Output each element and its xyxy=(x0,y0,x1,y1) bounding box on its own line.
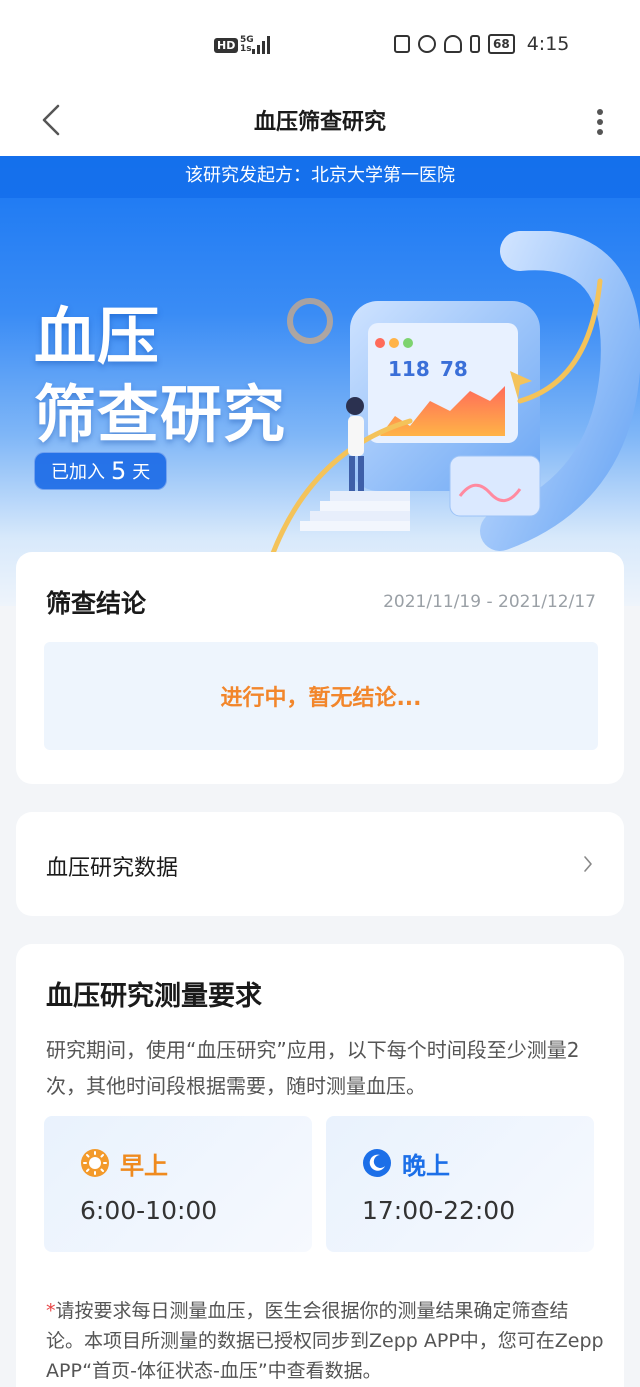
battery-icon: 68 xyxy=(488,34,515,54)
bp-diastolic-readout: 78 xyxy=(440,357,468,381)
joined-suffix: 天 xyxy=(132,462,151,483)
evening-time: 17:00-22:00 xyxy=(362,1196,516,1225)
bp-data-entry[interactable]: 血压研究数据 xyxy=(16,812,624,916)
bp-data-label: 血压研究数据 xyxy=(46,856,179,881)
requirements-title: 血压研究测量要求 xyxy=(46,981,262,1012)
joined-days-badge: 已加入 5 天 xyxy=(34,452,168,490)
chevron-right-icon xyxy=(584,856,592,872)
evening-label: 晚上 xyxy=(402,1152,450,1180)
signal-icon xyxy=(252,36,270,54)
alarm-icon xyxy=(418,35,436,53)
headphones-icon xyxy=(444,35,462,53)
joined-prefix: 已加入 xyxy=(51,462,105,483)
status-bar: HD 5G 1s 68 4:15 xyxy=(0,0,640,90)
study-date-range: 2021/11/19 - 2021/12/17 xyxy=(383,592,596,612)
hero-banner: 该研究发起方：北京大学第一医院 118 78 血压 筛查研究 已加入 5 天 xyxy=(0,156,640,606)
morning-label: 早上 xyxy=(120,1152,168,1180)
page-title: 血压筛查研究 xyxy=(253,110,386,135)
conclusion-card: 筛查结论 2021/11/19 - 2021/12/17 进行中，暂无结论... xyxy=(16,552,624,784)
vibrate-icon xyxy=(470,35,480,53)
conclusion-status: 进行中，暂无结论... xyxy=(44,642,598,750)
study-sponsor: 该研究发起方：北京大学第一医院 xyxy=(0,156,640,198)
sun-icon xyxy=(81,1149,109,1177)
morning-time: 6:00-10:00 xyxy=(80,1196,218,1225)
status-icons: 68 4:15 xyxy=(394,33,569,55)
nfc-icon xyxy=(394,35,410,53)
bp-systolic-readout: 118 xyxy=(388,357,430,381)
note-text: 请按要求每日测量血压，医生会很据你的测量结果确定筛查结论。本项目所测量的数据已授… xyxy=(46,1300,604,1382)
conclusion-title: 筛查结论 xyxy=(46,589,147,618)
more-options-icon[interactable] xyxy=(590,102,610,142)
nav-bar: 血压筛查研究 xyxy=(0,90,640,156)
joined-days-count: 5 xyxy=(111,457,127,485)
hero-title-line2: 筛查研究 xyxy=(34,378,287,451)
moon-icon xyxy=(363,1149,391,1177)
requirements-note: *请按要求每日测量血压，医生会很据你的测量结果确定筛查结论。本项目所测量的数据已… xyxy=(46,1296,606,1386)
smartwatch-illustration: 118 78 xyxy=(270,231,640,561)
clock: 4:15 xyxy=(526,33,570,55)
requirements-card: 血压研究测量要求 研究期间，使用“血压研究”应用，以下每个时间段至少测量2次，其… xyxy=(16,944,624,1387)
morning-slot: 早上 6:00-10:00 xyxy=(44,1116,312,1252)
hd-indicator: HD xyxy=(214,38,239,53)
hero-title-line1: 血压 xyxy=(34,300,161,373)
note-asterisk: * xyxy=(46,1300,56,1322)
evening-slot: 晚上 17:00-22:00 xyxy=(326,1116,594,1252)
requirements-description: 研究期间，使用“血压研究”应用，以下每个时间段至少测量2次，其他时间段根据需要，… xyxy=(46,1038,580,1098)
